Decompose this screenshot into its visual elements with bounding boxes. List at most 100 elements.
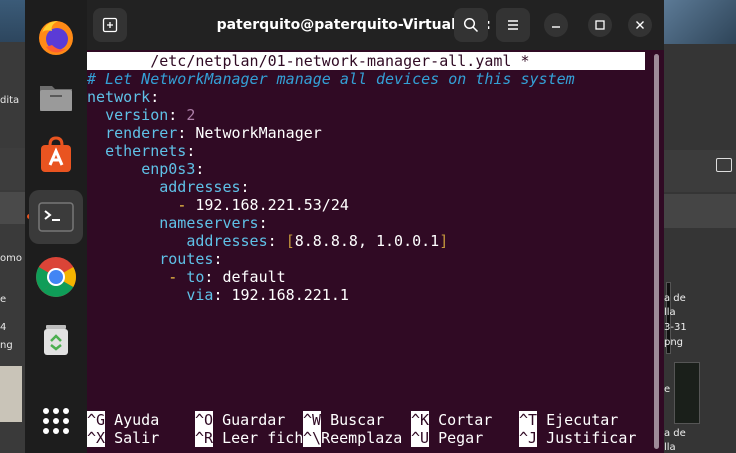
yaml-line: version: 2 [105, 106, 196, 124]
yaml-comment: # Let NetworkManager manage all devices … [87, 70, 575, 88]
desktop-background-right: a de lla 3-31 png e a de lla [664, 0, 736, 453]
file-path: /etc/netplan/01-network-manager-all.yaml… [150, 52, 530, 70]
firefox-icon [39, 21, 73, 55]
shortcut-key: ^R [195, 429, 214, 447]
dock-item-files[interactable] [29, 70, 83, 124]
desktop-label: 3-31 [664, 322, 687, 333]
yaml-key: addresses [186, 232, 268, 250]
yaml-line: enp0s3: [141, 160, 205, 178]
yaml-key: enp0s3 [141, 160, 196, 178]
new-tab-icon [102, 17, 118, 33]
yaml-value: default [222, 268, 286, 286]
yaml-line: via: 192.168.221.1 [186, 286, 349, 304]
search-icon [463, 17, 479, 33]
shortcut-key: ^X [87, 429, 106, 447]
yaml-key: addresses [159, 178, 241, 196]
window-headerbar: paterquito@paterquito-VirtualBox: ~ [87, 0, 664, 50]
wallpaper-strip [0, 0, 25, 42]
dock-item-app-center[interactable] [29, 128, 83, 182]
minimize-button[interactable] [544, 13, 568, 37]
menu-button[interactable] [496, 8, 530, 42]
desktop-panel [0, 148, 25, 190]
nano-shortcut-row: ^G Ayuda [87, 411, 159, 429]
desktop-icon [716, 158, 732, 172]
shortcut-key: ^T [519, 411, 538, 429]
nano-shortcut: ^O Guardar [195, 411, 285, 429]
yaml-key: ethernets [105, 142, 187, 160]
shortcut-label: Salir [114, 429, 160, 447]
maximize-icon [595, 20, 605, 30]
yaml-line: nameservers: [159, 214, 268, 232]
shortcut-label: Ejecutar [546, 411, 619, 429]
yaml-key: nameservers [159, 214, 259, 232]
shortcut-key: ^K [411, 411, 430, 429]
minimize-icon [552, 26, 560, 28]
yaml-line: ethernets: [105, 142, 196, 160]
shortcut-key: ^J [519, 429, 538, 447]
yaml-line: - 192.168.221.53/24 [177, 196, 349, 214]
yaml-key: renderer [105, 124, 178, 142]
close-icon [636, 21, 644, 29]
yaml-line: addresses: [159, 178, 250, 196]
shortcut-key: ^\ [303, 429, 322, 447]
nano-shortcut: ^\Reemplaza [303, 429, 402, 447]
desktop-label: dita [0, 95, 20, 106]
yaml-key: to [186, 268, 205, 286]
yaml-value: NetworkManager [195, 124, 322, 142]
desktop-label: png [664, 337, 684, 348]
scrollbar[interactable] [654, 54, 659, 449]
yaml-value: 192.168.221.1 [231, 286, 349, 304]
nano-shortcut: ^U Pegar [411, 429, 483, 447]
yaml-key: routes [159, 250, 214, 268]
desktop-label: omo [0, 253, 22, 264]
shortcut-key: ^G [87, 411, 106, 429]
shortcut-label: Buscar [330, 411, 385, 429]
yaml-line: network: [87, 88, 160, 106]
nano-shortcut: ^K Cortar [411, 411, 492, 429]
desktop-label: a de [664, 293, 686, 304]
new-tab-button[interactable] [93, 8, 127, 42]
dock-item-firefox[interactable] [29, 10, 83, 64]
yaml-key: version [105, 106, 169, 124]
desktop-thumbnail [674, 362, 700, 424]
yaml-line: renderer: NetworkManager [105, 124, 322, 142]
shortcut-key: ^U [411, 429, 430, 447]
desktop-label: a de [664, 428, 686, 439]
search-button[interactable] [454, 8, 488, 42]
desktop-label: lla [664, 442, 676, 453]
shortcut-label: Justificar [546, 429, 637, 447]
dock-item-trash[interactable] [29, 312, 83, 366]
shortcut-label: Pegar [438, 429, 484, 447]
nano-title-bar: /etc/netplan/01-network-manager-all.yaml… [87, 52, 645, 70]
nano-shortcut: ^R Leer fich [195, 429, 303, 447]
shortcut-key: ^O [195, 411, 214, 429]
desktop-label: lla [664, 307, 676, 318]
shortcut-key: ^W [303, 411, 322, 429]
dock-item-chrome[interactable] [29, 250, 83, 304]
close-button[interactable] [628, 13, 652, 37]
shortcut-label: Reemplaza [321, 429, 403, 447]
terminal-window: paterquito@paterquito-VirtualBox: ~ /etc… [87, 0, 664, 453]
show-apps-icon [43, 408, 69, 434]
shortcut-label: Ayuda [114, 411, 160, 429]
desktop-thumbnail [0, 366, 22, 422]
desktop-panel [0, 192, 25, 224]
dock [25, 0, 87, 453]
yaml-value: 192.168.221.53/24 [195, 196, 349, 214]
maximize-button[interactable] [588, 13, 612, 37]
terminal-icon [38, 202, 74, 232]
desktop-label: e [0, 294, 7, 305]
nano-shortcut-row: ^X Salir [87, 429, 159, 447]
shortcut-label: Guardar [222, 411, 286, 429]
nano-shortcut: ^J Justificar [519, 429, 636, 447]
dock-item-terminal[interactable] [29, 190, 83, 244]
desktop-label: ng [0, 340, 13, 351]
hamburger-menu-icon [508, 20, 518, 30]
desktop-background-left: dita omo e 4 ng [0, 0, 25, 453]
chrome-icon [36, 257, 76, 297]
wallpaper-strip [664, 0, 736, 44]
terminal-content[interactable]: /etc/netplan/01-network-manager-all.yaml… [87, 50, 664, 453]
files-icon [40, 86, 72, 111]
app-center-icon [41, 136, 71, 172]
dock-item-show-apps[interactable] [29, 394, 83, 448]
